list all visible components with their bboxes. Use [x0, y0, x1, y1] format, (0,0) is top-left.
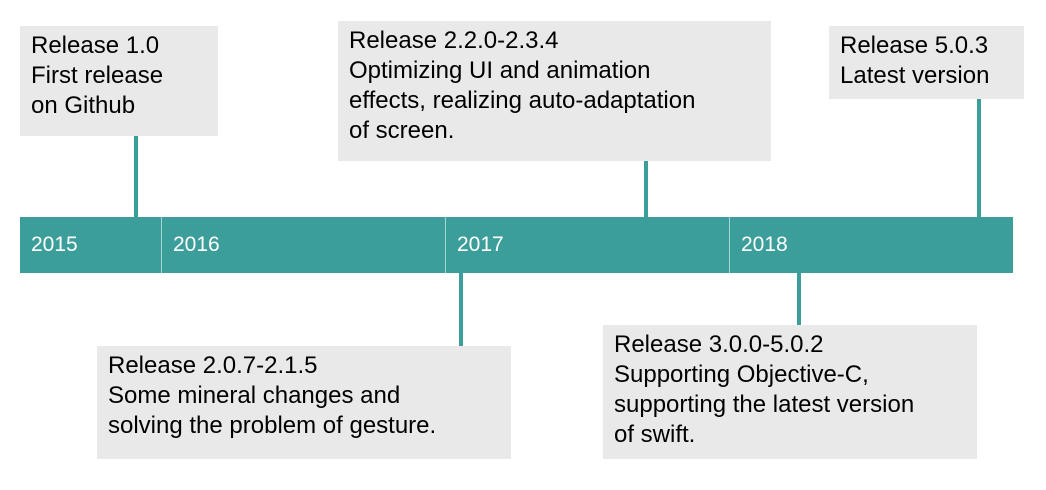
release-line: solving the problem of gesture. — [108, 412, 437, 439]
release-title: Release 2.0.7-2.1.5 — [108, 352, 318, 379]
release-line: of screen. — [349, 117, 455, 144]
connector-release-2-0-7 — [459, 273, 463, 346]
release-line: Optimizing UI and animation — [349, 57, 651, 84]
release-line: Latest version — [840, 62, 990, 89]
year-2015: 2015 — [31, 233, 78, 256]
release-line: supporting the latest version — [614, 391, 915, 418]
connector-release-3-0-0 — [797, 273, 801, 325]
release-title: Release 1.0 — [31, 32, 160, 59]
release-box-2-0-7: Release 2.0.7-2.1.5 Some mineral changes… — [97, 346, 511, 459]
connector-release-5-0-3 — [977, 99, 981, 217]
release-line: effects, realizing auto-adaptation — [349, 87, 696, 114]
release-box-1-0: Release 1.0 First release on Github — [20, 26, 218, 136]
release-line: First release — [31, 62, 164, 89]
year-2017: 2017 — [445, 217, 729, 273]
release-box-5-0-3: Release 5.0.3 Latest version — [829, 26, 1024, 99]
release-line: on Github — [31, 92, 136, 119]
year-2018: 2018 — [729, 217, 1013, 273]
year-2016: 2016 — [161, 217, 445, 273]
release-box-3-0-0: Release 3.0.0-5.0.2 Supporting Objective… — [603, 325, 977, 459]
release-title: Release 2.2.0-2.3.4 — [349, 27, 559, 54]
release-line: of swift. — [614, 421, 696, 448]
timeline-bar: 2015 2016 2017 2018 — [20, 217, 1013, 273]
connector-release-2-2-0 — [644, 161, 648, 217]
release-title: Release 3.0.0-5.0.2 — [614, 331, 824, 358]
release-line: Some mineral changes and — [108, 382, 401, 409]
release-title: Release 5.0.3 — [840, 32, 989, 59]
release-box-2-2-0: Release 2.2.0-2.3.4 Optimizing UI and an… — [338, 21, 771, 161]
connector-release-1-0 — [134, 136, 138, 217]
release-line: Supporting Objective-C, — [614, 361, 869, 388]
